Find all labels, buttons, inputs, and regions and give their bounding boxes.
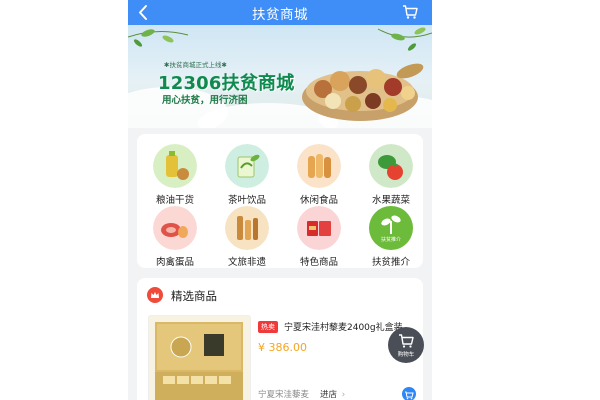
category-item-culture-travel[interactable]: 文旅非遗: [217, 206, 277, 268]
banner-slogan: 用心扶贫，用行济困: [162, 95, 248, 106]
chevron-right-icon: ›: [341, 390, 346, 400]
cart-icon: [399, 334, 414, 348]
meat-egg-icon: [153, 206, 197, 250]
category-grid: 粮油干货 茶叶饮品 休闲食品 水果蔬菜 肉禽蛋品 文旅非遗 特色商品 扶贫推介 …: [137, 134, 423, 268]
category-label: 休闲食品: [299, 195, 338, 206]
category-label: 文旅非遗: [227, 257, 266, 268]
category-item-poverty-promotion[interactable]: 扶贫推介 扶贫推介: [361, 206, 421, 268]
category-label: 粮油干货: [155, 195, 194, 206]
enter-shop-label: 进店: [320, 390, 338, 400]
category-item-specialty[interactable]: 特色商品: [289, 206, 349, 268]
featured-section: 精选商品 热卖 宁夏宋洼村藜麦2400g礼盒装 ¥ 386.00 宁夏宋洼藜麦 …: [137, 278, 423, 400]
category-label: 肉禽蛋品: [155, 257, 194, 268]
tea-icon: [225, 144, 269, 188]
cart-icon[interactable]: [402, 4, 418, 20]
crown-icon: [147, 287, 163, 303]
category-label: 特色商品: [299, 257, 338, 268]
oil-grain-icon: [153, 144, 197, 188]
product-image[interactable]: [148, 315, 251, 400]
banner-subtitle: ✱扶贫商城正式上线✱: [164, 61, 227, 69]
culture-travel-icon: [225, 206, 269, 250]
hot-sale-badge: 热卖: [258, 321, 278, 333]
category-item-fruit-veg[interactable]: 水果蔬菜: [361, 144, 421, 206]
fruit-vegetable-icon: [369, 144, 413, 188]
cart-icon: [405, 391, 414, 400]
specialty-goods-icon: [297, 206, 341, 250]
category-label: 茶叶饮品: [227, 195, 266, 206]
nav-bar: 扶贫商城: [128, 0, 432, 25]
category-item-tea[interactable]: 茶叶饮品: [217, 144, 277, 206]
category-item-snack[interactable]: 休闲食品: [289, 144, 349, 206]
snack-icon: [297, 144, 341, 188]
page-title: 扶贫商城: [252, 7, 308, 23]
category-label: 水果蔬菜: [371, 195, 410, 206]
promo-banner[interactable]: ✱扶贫商城正式上线✱ 12306扶贫商城 用心扶贫，用行济困: [128, 25, 432, 128]
product-price: ¥ 386.00: [258, 341, 307, 354]
food-basket-image: [302, 63, 424, 121]
floating-cart-label: 购物车: [397, 352, 415, 358]
section-title: 精选商品: [171, 289, 217, 303]
floating-cart-button[interactable]: 购物车: [388, 327, 424, 363]
phone-screen: 扶贫商城 ✱扶贫商城正式上线✱ 12306扶贫商城 用心扶贫，用行济困 粮油干货…: [128, 0, 432, 400]
category-label: 扶贫推介: [371, 257, 410, 268]
poverty-promotion-icon-text: 扶贫推介: [380, 237, 401, 243]
category-item-grain-oil[interactable]: 粮油干货: [145, 144, 205, 206]
shop-name: 宁夏宋洼藜麦: [258, 390, 310, 400]
poverty-promotion-icon: 扶贫推介: [369, 206, 413, 250]
enter-shop-link[interactable]: 进店 ›: [320, 388, 345, 400]
add-to-cart-button[interactable]: [402, 387, 416, 400]
category-item-meat-egg[interactable]: 肉禽蛋品: [145, 206, 205, 268]
